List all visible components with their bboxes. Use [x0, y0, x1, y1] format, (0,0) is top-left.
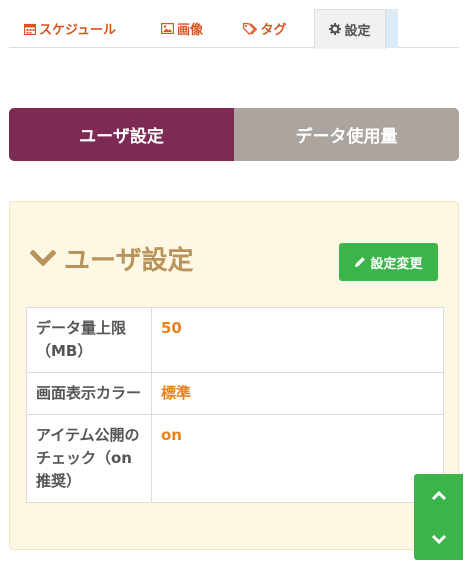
segment-data-usage[interactable]: データ使用量 — [234, 108, 459, 161]
tab-settings-label: 設定 — [344, 23, 371, 39]
calendar-icon — [23, 23, 36, 35]
chevron-up-icon — [431, 490, 446, 500]
tab-bar: スケジュール 画像 タグ 設定 — [9, 9, 459, 49]
setting-value: 50 — [151, 307, 444, 373]
chevron-down-icon — [431, 534, 446, 544]
tab-schedule-label: スケジュール — [38, 23, 117, 38]
setting-value: 標準 — [151, 372, 444, 415]
tab-tags[interactable]: タグ — [235, 9, 295, 48]
tab-images-label: 画像 — [176, 23, 203, 38]
table-row: アイテム公開のチェック（on推奨） on — [26, 414, 444, 503]
tag-icon — [243, 22, 258, 35]
setting-label: 画面表示カラー — [26, 372, 152, 415]
edit-button-label: 設定変更 — [370, 256, 423, 272]
table-row: データ量上限（MB） 50 — [26, 307, 444, 373]
chevron-down-icon — [30, 249, 56, 268]
setting-label: データ量上限（MB） — [26, 307, 152, 373]
panel-header: ユーザ設定 — [30, 240, 193, 277]
gear-icon — [329, 23, 342, 35]
setting-label: アイテム公開のチェック（on推奨） — [26, 414, 152, 503]
tab-images[interactable]: 画像 — [149, 9, 215, 48]
image-icon — [160, 23, 174, 34]
scroll-to-top-button[interactable] — [414, 474, 463, 517]
settings-segmented-control: ユーザ設定 データ使用量 — [9, 108, 459, 161]
edit-settings-button[interactable]: 設定変更 — [339, 243, 438, 281]
tab-settings[interactable]: 設定 — [314, 9, 386, 49]
scroll-controls — [414, 474, 463, 560]
pencil-icon — [354, 256, 366, 268]
settings-table: データ量上限（MB） 50 画面表示カラー 標準 アイテム公開のチェック（on推… — [26, 307, 444, 503]
tab-overflow-stub — [386, 9, 398, 48]
tab-schedule[interactable]: スケジュール — [15, 9, 125, 48]
user-settings-panel: ユーザ設定 設定変更 データ量上限（MB） 50 画面表示カラー 標準 アイテム… — [9, 201, 459, 550]
panel-title: ユーザ設定 — [64, 246, 194, 276]
scroll-to-bottom-button[interactable] — [414, 517, 463, 560]
table-row: 画面表示カラー 標準 — [26, 372, 444, 415]
tab-tags-label: タグ — [260, 23, 287, 38]
setting-value: on — [151, 414, 444, 503]
segment-user-settings[interactable]: ユーザ設定 — [9, 108, 234, 161]
